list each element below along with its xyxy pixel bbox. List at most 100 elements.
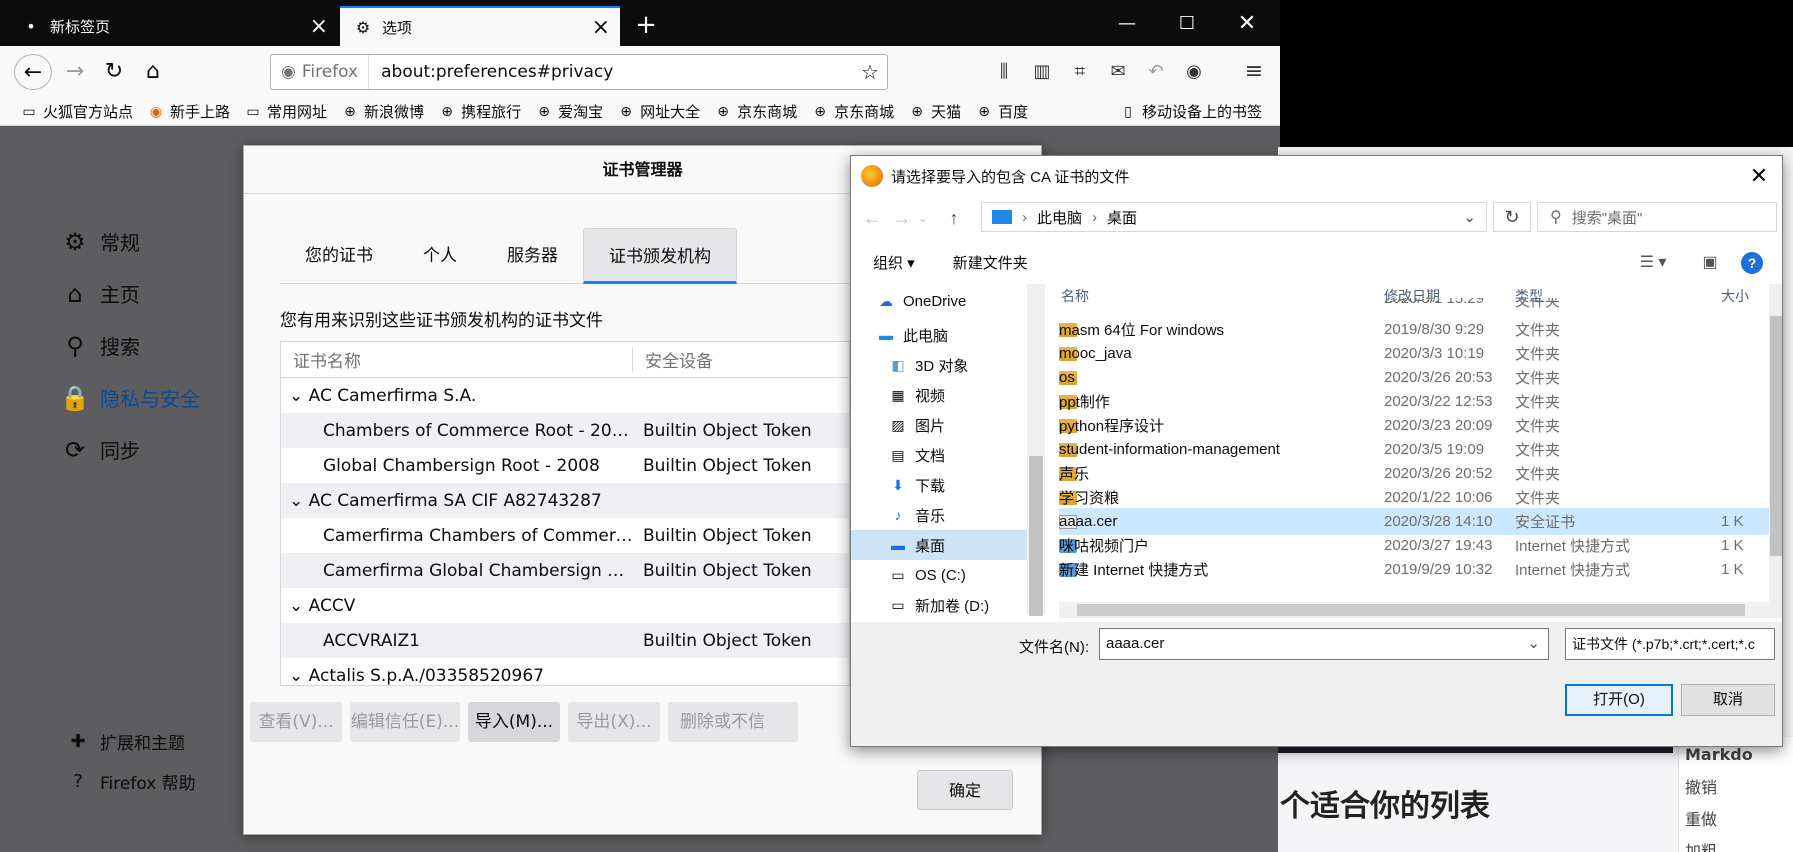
edit-trust-button[interactable]: 编辑信任(E)... — [350, 702, 460, 742]
delete-button[interactable]: 删除或不信 — [668, 702, 798, 742]
file-row[interactable]: index 2020/3/1 15:29 文件夹 — [1059, 298, 1771, 312]
search-box[interactable]: ⚲ 搜索"桌面" — [1537, 202, 1777, 232]
chevron-down-icon[interactable]: ⌄ — [915, 204, 931, 232]
bookmark-item[interactable]: ⊕ 新浪微博 — [341, 101, 424, 122]
nav-3d-objects[interactable]: ◧ 3D 对象 — [851, 350, 1027, 380]
bookmark-star-icon[interactable]: ☆ — [853, 60, 887, 84]
open-button[interactable]: 打开(O) — [1565, 684, 1673, 716]
view-options-icon[interactable]: ☰ ▾ — [1633, 252, 1673, 274]
file-row[interactable]: python程序设计 2020/3/23 20:09 文件夹 — [1059, 412, 1771, 439]
close-icon[interactable]: × — [310, 14, 328, 39]
cert-group-row[interactable]: ⌄ ACCV — [281, 588, 849, 623]
cert-row[interactable]: Camerfirma Chambers of Commerce… Builtin … — [281, 518, 849, 553]
new-folder-button[interactable]: 新建文件夹 — [953, 252, 1028, 273]
column-header-name[interactable]: 证书名称 — [281, 347, 633, 372]
file-row[interactable]: os 2020/3/26 20:53 文件夹 — [1059, 364, 1771, 391]
account-icon[interactable]: ◉ — [1177, 54, 1211, 90]
identity-box[interactable]: ◉ Firefox — [271, 55, 370, 89]
bookmark-item[interactable]: ⊕ 京东商城 — [714, 101, 797, 122]
bookmark-item[interactable]: ⊕ 携程旅行 — [438, 101, 521, 122]
import-button[interactable]: 导入(M)... — [468, 702, 560, 742]
undo-icon[interactable]: ↶ — [1139, 54, 1173, 90]
nav-drive-c[interactable]: ▭ OS (C:) — [851, 560, 1027, 590]
reload-button[interactable]: ↻ — [95, 54, 133, 90]
home-button[interactable]: ⌂ — [134, 54, 172, 90]
back-button[interactable]: ← — [14, 54, 52, 90]
pref-nav-sync[interactable]: ⟳ 同步 — [60, 435, 140, 464]
organize-button[interactable]: 组织 ▾ — [873, 252, 915, 273]
pref-nav-general[interactable]: ⚙ 常规 — [60, 227, 140, 256]
cancel-button[interactable]: 取消 — [1681, 684, 1775, 716]
file-row[interactable]: 新建 Internet 快捷方式 2019/9/29 10:32 Internet … — [1059, 556, 1771, 583]
file-row[interactable]: ppt制作 2020/3/22 12:53 文件夹 — [1059, 388, 1771, 415]
forward-button[interactable]: → — [56, 54, 94, 90]
nav-drive-d[interactable]: ▭ 新加卷 (D:) — [851, 590, 1027, 616]
cert-row[interactable]: Camerfirma Global Chambersign Root Builti… — [281, 553, 849, 588]
nav-videos[interactable]: ▦ 视频 — [851, 380, 1027, 410]
close-window-button[interactable]: ✕ — [1220, 4, 1274, 44]
library-icon[interactable]: ⫼ — [987, 54, 1021, 90]
nav-pictures[interactable]: ▨ 图片 — [851, 410, 1027, 440]
column-header-device[interactable]: 安全设备 — [633, 347, 713, 372]
nav-documents[interactable]: ▤ 文档 — [851, 440, 1027, 470]
tab-servers[interactable]: 服务器 — [482, 228, 583, 284]
sidebar-item[interactable]: 撤销 — [1679, 768, 1793, 800]
cert-group-row[interactable]: ⌄ AC Camerfirma SA CIF A82743287 — [281, 483, 849, 518]
cert-row[interactable]: ACCVRAIZ1 Builtin Object Token — [281, 623, 849, 658]
view-button[interactable]: 查看(V)... — [250, 702, 342, 742]
export-button[interactable]: 导出(X)... — [568, 702, 660, 742]
up-icon[interactable]: ↑ — [941, 204, 967, 232]
list-scrollbar-thumb[interactable] — [1770, 316, 1782, 556]
chat-icon[interactable]: ✉ — [1101, 54, 1135, 90]
file-row[interactable]: masm 64位 For windows 2019/8/30 9:29 文件夹 — [1059, 316, 1771, 343]
nav-downloads[interactable]: ⬇ 下载 — [851, 470, 1027, 500]
tab-authorities[interactable]: 证书颁发机构 — [583, 228, 737, 284]
filename-input[interactable]: aaaa.cer ⌄ — [1099, 628, 1549, 660]
file-row[interactable]: 咪咕视频门户 2020/3/27 19:43 Internet 快捷方式 1 K — [1059, 532, 1771, 559]
pref-nav-home[interactable]: ⌂ 主页 — [60, 279, 140, 308]
close-icon[interactable]: × — [592, 15, 610, 40]
refresh-icon[interactable]: ↻ — [1493, 202, 1531, 232]
bookmark-item[interactable]: ⊕ 京东商城 — [811, 101, 894, 122]
chevron-down-icon[interactable]: ⌄ — [1527, 629, 1540, 659]
url-bar[interactable]: ◉ Firefox about:preferences#privacy ☆ — [270, 54, 888, 90]
pref-extensions[interactable]: ✚ 扩展和主题 — [68, 729, 185, 754]
tab-your-certs[interactable]: 您的证书 — [280, 228, 398, 284]
new-tab-button[interactable]: + — [628, 8, 664, 44]
cert-group-row[interactable]: ⌄ Actalis S.p.A./03358520967 — [281, 658, 849, 686]
bookmark-item[interactable]: ⊕ 网址大全 — [617, 101, 700, 122]
file-type-filter[interactable]: 证书文件 (*.p7b;*.crt;*.cert;*.c — [1565, 628, 1775, 660]
breadcrumb-this-pc[interactable]: 此电脑 — [1037, 207, 1082, 228]
menu-icon[interactable]: ≡ — [1237, 54, 1271, 90]
url-input[interactable]: about:preferences#privacy — [369, 62, 853, 82]
screenshot-icon[interactable]: ⌗ — [1063, 54, 1097, 90]
minimize-button[interactable]: — — [1100, 4, 1154, 44]
sidebar-item[interactable]: 重做 — [1679, 800, 1793, 832]
nav-scrollbar-thumb[interactable] — [1029, 456, 1043, 616]
horizontal-scrollbar-thumb[interactable] — [1077, 604, 1745, 616]
file-row-selected[interactable]: aaaa.cer 2020/3/28 14:10 安全证书 1 K — [1059, 508, 1771, 535]
nav-this-pc[interactable]: ▬ 此电脑 — [851, 320, 1027, 350]
file-row[interactable]: mooc_java 2020/3/3 10:19 文件夹 — [1059, 340, 1771, 367]
tab-new-tab[interactable]: • 新标签页 × — [8, 6, 338, 46]
sidebar-icon[interactable]: ▥ — [1025, 54, 1059, 90]
ok-button[interactable]: 确定 — [917, 770, 1013, 810]
address-bar[interactable]: › 此电脑 › 桌面 ⌄ — [981, 202, 1487, 232]
sidebar-item[interactable]: 加粗 — [1679, 832, 1793, 852]
file-row[interactable]: 学习资粮 2020/1/22 10:06 文件夹 — [1059, 484, 1771, 511]
pref-nav-privacy[interactable]: 🔒 隐私与安全 — [60, 383, 200, 412]
bookmark-item[interactable]: ⊕ 百度 — [975, 101, 1028, 122]
bookmark-item[interactable]: ▭ 常用网址 — [244, 101, 327, 122]
nav-music[interactable]: ♪ 音乐 — [851, 500, 1027, 530]
pref-help[interactable]: ? Firefox 帮助 — [68, 769, 195, 794]
close-icon[interactable]: ✕ — [1735, 156, 1782, 196]
bookmark-item[interactable]: ⊕ 爱淘宝 — [535, 101, 603, 122]
pref-nav-search[interactable]: ⚲ 搜索 — [60, 331, 140, 360]
bookmark-item[interactable]: ◉ 新手上路 — [147, 101, 230, 122]
forward-icon[interactable]: → — [889, 204, 915, 232]
cert-row[interactable]: Global Chambersign Root - 2008 Builtin Ob… — [281, 448, 849, 483]
nav-onedrive[interactable]: ☁ OneDrive — [851, 286, 1027, 316]
bookmark-item[interactable]: ⊕ 天猫 — [908, 101, 961, 122]
cert-group-row[interactable]: ⌄ AC Camerfirma S.A. — [281, 378, 849, 413]
file-row[interactable]: 声乐 2020/3/26 20:52 文件夹 — [1059, 460, 1771, 487]
